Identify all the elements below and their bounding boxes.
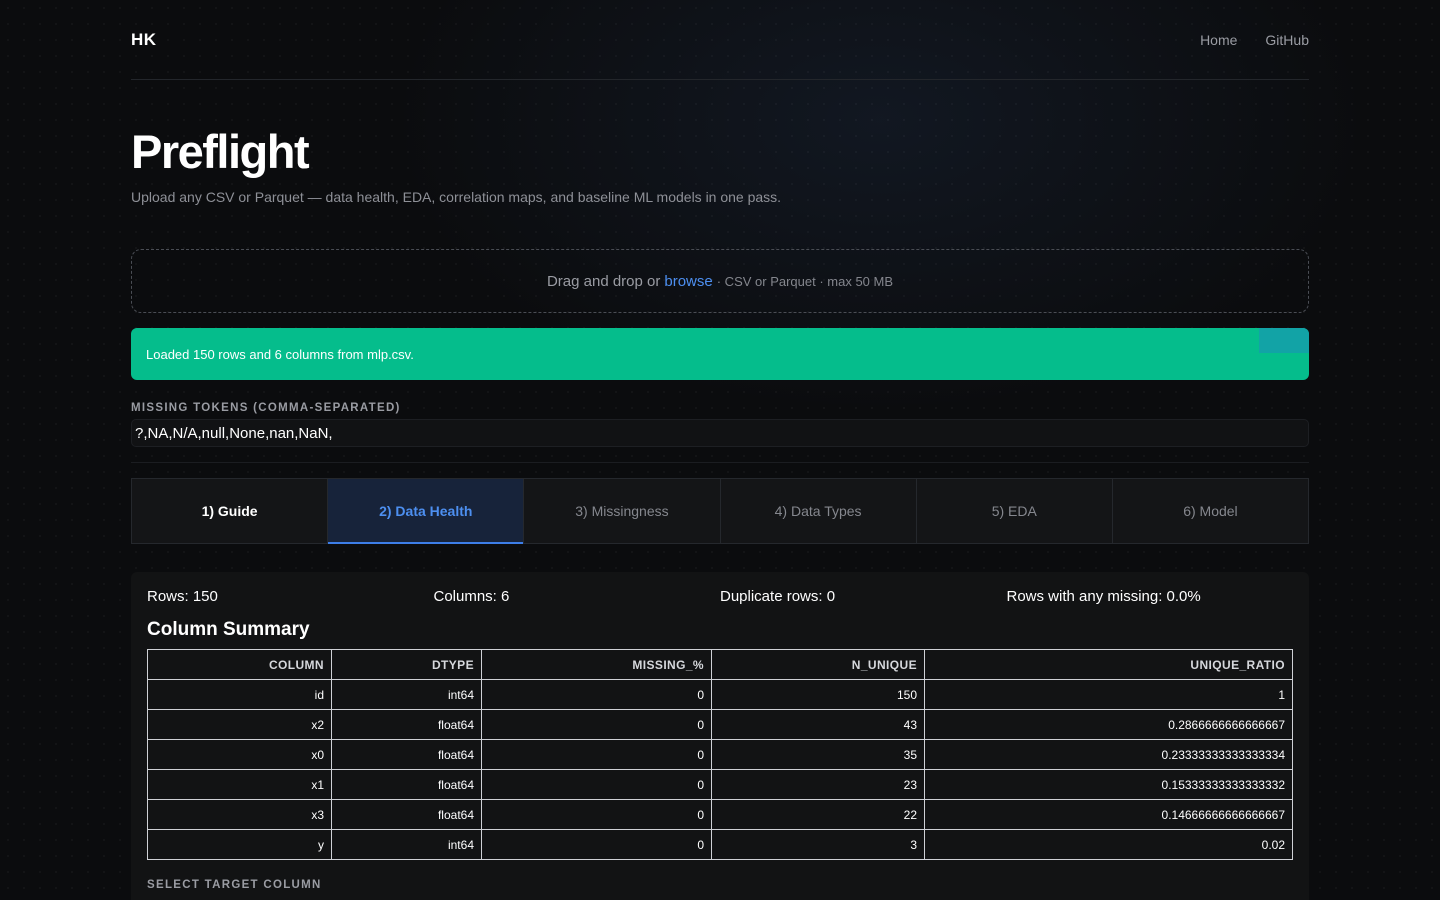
- alert-message: Loaded 150 rows and 6 columns from mlp.c…: [146, 346, 414, 362]
- tab-bar: 1) Guide 2) Data Health 3) Missingness 4…: [131, 478, 1309, 544]
- cell-dtype: int64: [331, 679, 482, 710]
- dropzone-meta: · CSV or Parquet · max 50 MB: [716, 273, 894, 289]
- stat-rows: Rows: 150: [147, 588, 218, 605]
- success-alert: Loaded 150 rows and 6 columns from mlp.c…: [131, 328, 1309, 380]
- cell-column: x2: [147, 709, 332, 740]
- table-row: x2 float64 0 43 0.2866666666666667: [147, 709, 1293, 740]
- cell-unique-ratio: 1: [924, 679, 1293, 710]
- table-row: id int64 0 150 1: [147, 679, 1293, 710]
- cell-unique-ratio: 0.15333333333333332: [924, 769, 1293, 800]
- page-subtitle: Upload any CSV or Parquet — data health,…: [131, 189, 782, 205]
- select-target-label: SELECT TARGET COLUMN: [147, 879, 322, 891]
- cell-missing: 0: [481, 769, 712, 800]
- brand-logo[interactable]: HK: [131, 30, 157, 50]
- page-title: Preflight: [131, 125, 310, 178]
- cell-dtype: int64: [331, 829, 482, 860]
- missing-tokens-input[interactable]: [135, 424, 1308, 442]
- table-row: x3 float64 0 22 0.14666666666666667: [147, 799, 1293, 830]
- header-dtype: DTYPE: [331, 649, 482, 680]
- table-row: y int64 0 3 0.02: [147, 829, 1293, 860]
- cell-unique-ratio: 0.14666666666666667: [924, 799, 1293, 830]
- cell-dtype: float64: [331, 799, 482, 830]
- data-health-panel: Rows: 150 Columns: 6 Duplicate rows: 0 R…: [131, 572, 1309, 900]
- cell-missing: 0: [481, 739, 712, 770]
- cell-n-unique: 23: [711, 769, 925, 800]
- cell-missing: 0: [481, 799, 712, 830]
- page-container: HK Home GitHub Preflight Upload any CSV …: [131, 0, 1309, 900]
- nav-github-link[interactable]: GitHub: [1265, 32, 1309, 48]
- cell-n-unique: 22: [711, 799, 925, 830]
- cell-dtype: float64: [331, 769, 482, 800]
- cell-unique-ratio: 0.2866666666666667: [924, 709, 1293, 740]
- table-row: x0 float64 0 35 0.23333333333333334: [147, 739, 1293, 770]
- browse-link[interactable]: browse: [664, 273, 712, 290]
- dropzone-prefix: Drag and drop or: [546, 272, 661, 290]
- header-column: COLUMN: [147, 649, 332, 680]
- header-n-unique: N_UNIQUE: [711, 649, 925, 680]
- header-missing: MISSING_%: [481, 649, 712, 680]
- cell-missing: 0: [481, 679, 712, 710]
- cell-column: x0: [147, 739, 332, 770]
- cell-column: id: [147, 679, 332, 710]
- stat-missing: Rows with any missing: 0.0%: [1006, 588, 1201, 605]
- cell-n-unique: 43: [711, 709, 925, 740]
- cell-n-unique: 35: [711, 739, 925, 770]
- alert-dismiss-button[interactable]: [1259, 328, 1309, 353]
- missing-tokens-label: MISSING TOKENS (COMMA-SEPARATED): [131, 402, 401, 414]
- cell-dtype: float64: [331, 709, 482, 740]
- missing-tokens-field[interactable]: [131, 419, 1309, 447]
- divider: [131, 462, 1309, 463]
- cell-missing: 0: [481, 709, 712, 740]
- cell-n-unique: 150: [711, 679, 925, 710]
- cell-unique-ratio: 0.02: [924, 829, 1293, 860]
- tab-data-health[interactable]: 2) Data Health: [328, 479, 525, 544]
- tab-data-types[interactable]: 4) Data Types: [721, 479, 917, 543]
- nav-home-link[interactable]: Home: [1200, 32, 1237, 48]
- cell-column: x3: [147, 799, 332, 830]
- stat-columns: Columns: 6: [433, 588, 510, 605]
- nav-links: Home GitHub: [1200, 32, 1309, 48]
- cell-missing: 0: [481, 829, 712, 860]
- cell-column: x1: [147, 769, 332, 800]
- stat-duplicates: Duplicate rows: 0: [720, 588, 836, 605]
- tab-missingness[interactable]: 3) Missingness: [524, 479, 721, 543]
- top-nav: HK Home GitHub: [131, 0, 1309, 80]
- cell-dtype: float64: [331, 739, 482, 770]
- cell-column: y: [147, 829, 332, 860]
- column-summary-table: COLUMN DTYPE MISSING_% N_UNIQUE UNIQUE_R…: [147, 649, 1293, 860]
- cell-unique-ratio: 0.23333333333333334: [924, 739, 1293, 770]
- cell-n-unique: 3: [711, 829, 925, 860]
- tab-guide[interactable]: 1) Guide: [132, 479, 329, 543]
- file-dropzone[interactable]: Drag and drop or browse · CSV or Parquet…: [131, 249, 1309, 313]
- table-header-row: COLUMN DTYPE MISSING_% N_UNIQUE UNIQUE_R…: [147, 649, 1293, 680]
- table-row: x1 float64 0 23 0.15333333333333332: [147, 769, 1293, 800]
- tab-eda[interactable]: 5) EDA: [917, 479, 1113, 543]
- stats-row: Rows: 150 Columns: 6 Duplicate rows: 0 R…: [147, 588, 1293, 605]
- tab-model[interactable]: 6) Model: [1113, 479, 1308, 543]
- header-unique-ratio: UNIQUE_RATIO: [924, 649, 1293, 680]
- column-summary-title: Column Summary: [147, 619, 310, 640]
